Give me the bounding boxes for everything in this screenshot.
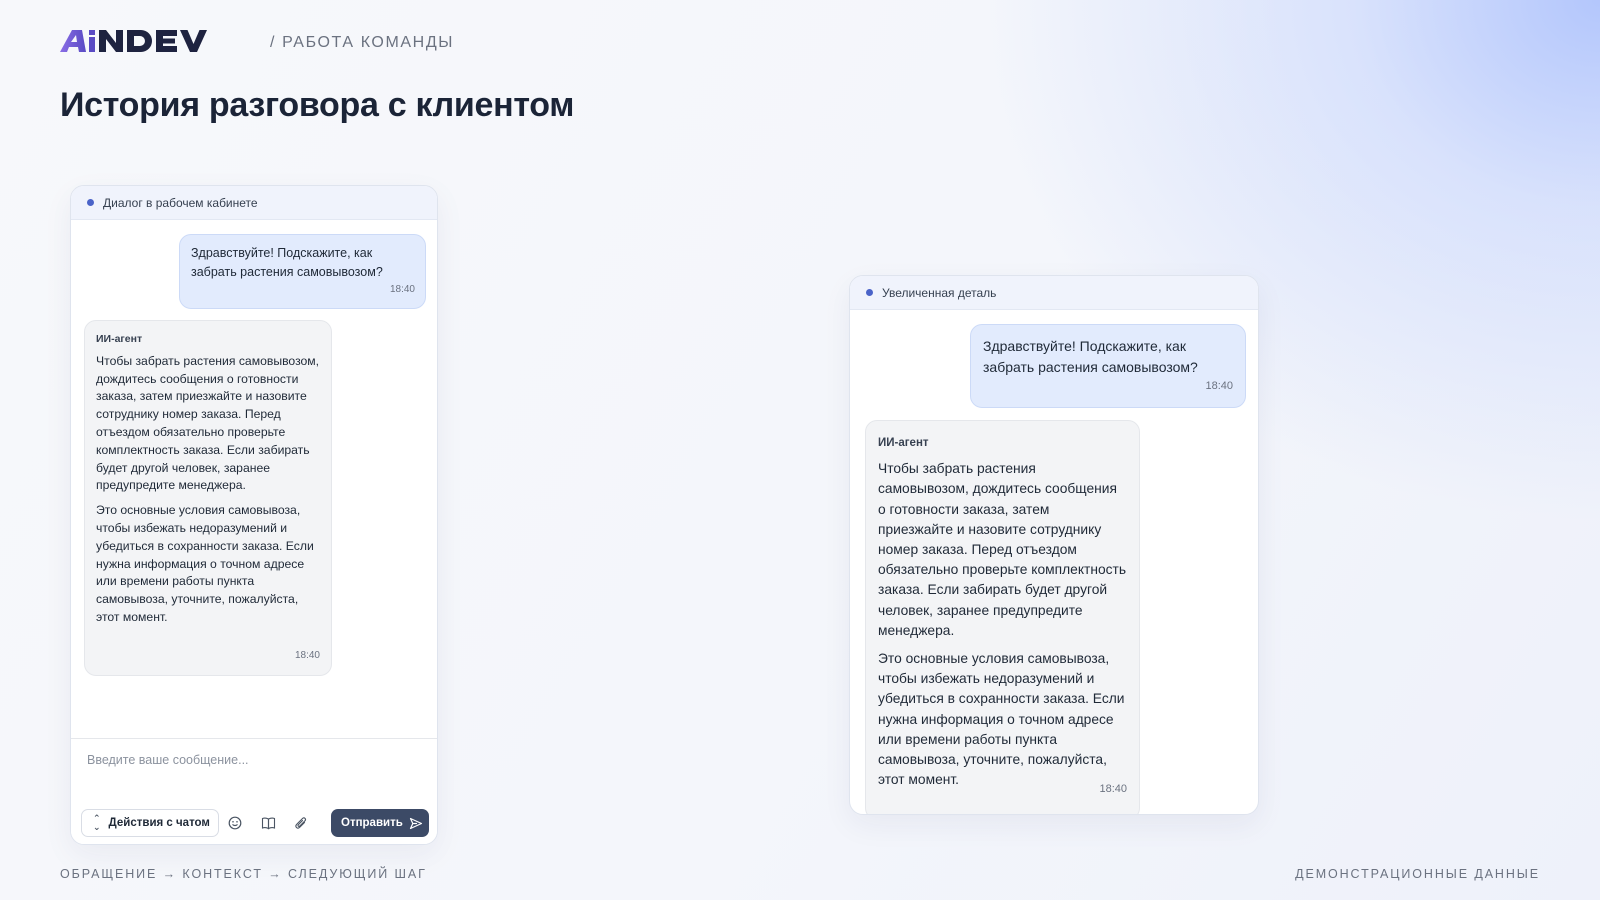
message-input[interactable] <box>87 753 417 767</box>
emoji-icon[interactable] <box>225 813 245 833</box>
agent-message-paragraph: Это основные условия самовывоза, чтобы и… <box>96 503 314 624</box>
user-message: Здравствуйте! Подскажите, как забрать ра… <box>179 234 426 309</box>
chat-panel-header: Диалог в рабочем кабинете <box>71 186 437 220</box>
agent-message: ИИ-агент Чтобы забрать растения самовыво… <box>865 420 1140 814</box>
chat-actions-button[interactable]: ⌃ ⌄ Действия с чатом <box>81 809 219 837</box>
chat-panel: Диалог в рабочем кабинете Здравствуйте! … <box>70 185 438 845</box>
page-title: История разговора с клиентом <box>60 86 575 124</box>
status-dot <box>866 289 873 296</box>
logo-wordmark <box>60 30 207 52</box>
chat-actions-label: Действия с чатом <box>108 817 210 829</box>
send-button-label: Отправить <box>341 817 403 829</box>
detail-panel-title: Увеличенная деталь <box>882 285 997 300</box>
detail-panel-header: Увеличенная деталь <box>850 276 1258 310</box>
message-composer: ⌃⌄ Действия с чатом Отправить <box>71 738 437 844</box>
message-time: 18:40 <box>294 650 320 662</box>
message-time: 18:40 <box>1205 380 1233 392</box>
agent-message-paragraph: Чтобы забрать растения самовывозом, дожд… <box>96 353 320 493</box>
aindev-logo <box>60 28 242 58</box>
user-message: Здравствуйте! Подскажите, как забрать ра… <box>970 324 1246 408</box>
agent-message-paragraph: Это основные условия самовывоза, чтобы и… <box>878 651 1125 788</box>
send-button[interactable]: Отправить <box>331 809 429 837</box>
message-time: 18:40 <box>389 284 415 295</box>
agent-sender-label: ИИ-агент <box>878 437 929 449</box>
paperclip-icon[interactable] <box>291 813 311 833</box>
footer-demo-caption: ДЕМОНСТРАЦИОННЫЕ ДАННЫЕ <box>1295 867 1540 881</box>
footer-flow-caption: ОБРАЩЕНИЕ → КОНТЕКСТ → СЛЕДУЮЩИЙ ШАГ <box>60 867 427 881</box>
agent-message: ИИ-агент Чтобы забрать растения самовыво… <box>84 320 332 676</box>
book-icon[interactable] <box>258 813 278 833</box>
send-arrow-icon <box>409 817 422 829</box>
chat-panel-title: Диалог в рабочем кабинете <box>103 195 258 210</box>
user-message-text: Здравствуйте! Подскажите, как забрать ра… <box>191 246 383 279</box>
header: / РАБОТА КОМАНДЫ <box>60 28 454 58</box>
chevron-updown-icon: ⌃ ⌄ <box>93 813 101 832</box>
agent-sender-label: ИИ-агент <box>96 333 143 345</box>
message-time: 18:40 <box>1099 782 1127 795</box>
detail-panel: Увеличенная деталь Здравствуйте! Подскаж… <box>849 275 1259 815</box>
user-message-text: Здравствуйте! Подскажите, как забрать ра… <box>983 338 1198 375</box>
status-dot <box>87 199 94 206</box>
agent-message-paragraph: Чтобы забрать растения самовывозом, дожд… <box>878 461 1127 638</box>
breadcrumb: / РАБОТА КОМАНДЫ <box>270 34 455 51</box>
